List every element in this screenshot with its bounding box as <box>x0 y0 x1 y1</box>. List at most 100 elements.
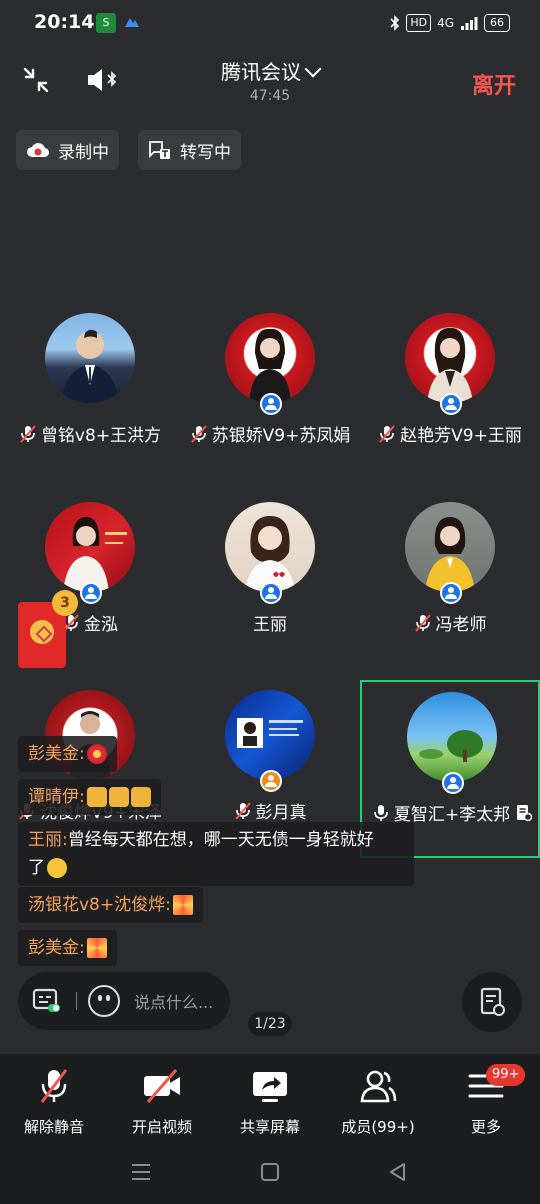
cloud-app-icon <box>125 18 139 27</box>
chat-text: 曾经每天都在想，哪一天无债一身轻就好 <box>67 830 374 850</box>
participant-name: 彭月真 <box>180 798 360 823</box>
pray-emoji-icon <box>108 787 129 807</box>
mic-on-icon <box>374 804 388 821</box>
recording-chip[interactable]: 录制中 <box>16 130 119 170</box>
chat-nick: 彭美金: <box>28 938 85 958</box>
avatar <box>225 690 315 780</box>
chat-placeholder: 说点什么... <box>134 993 214 1012</box>
chat-message: 王丽:曾经每天都在想，哪一天无债一身轻就好 了 <box>18 822 414 886</box>
pray-emoji-icon <box>130 787 151 807</box>
user-badge-icon <box>260 393 282 415</box>
mic-muted-icon <box>414 613 431 632</box>
share-screen-button[interactable]: 共享屏幕 <box>216 1068 324 1138</box>
avatar <box>407 692 497 782</box>
chat-message: 谭晴伊: <box>18 779 161 815</box>
participant-name: 曾铭v8+王洪方 <box>0 421 180 446</box>
battery-icon: 66 <box>484 14 510 32</box>
home-icon[interactable] <box>260 1162 280 1182</box>
status-time: 20:14 <box>34 11 95 33</box>
user-badge-icon <box>80 582 102 604</box>
participant-name-text: 冯老师 <box>435 615 487 635</box>
fireworks-emoji-icon <box>172 895 193 915</box>
participant-tile[interactable]: 曾铭v8+王洪方 <box>0 313 180 491</box>
participant-name-text: 苏银娇V9+苏凤娟 <box>211 426 351 446</box>
status-bar: 20:14 S HD 4G 66 <box>0 0 540 48</box>
chat-text: 了 <box>28 858 45 878</box>
more-label: 更多 <box>470 1118 501 1136</box>
red-packet-count: 3 <box>52 590 78 616</box>
user-badge-icon <box>440 582 462 604</box>
user-badge-icon <box>260 582 282 604</box>
red-packet-icon <box>30 620 54 644</box>
chat-nick: 王丽: <box>28 830 68 850</box>
participant-name: 赵艳芳V9+王丽 <box>360 421 540 446</box>
notes-button[interactable] <box>462 972 522 1032</box>
mic-muted-icon <box>190 424 207 443</box>
avatar <box>405 313 495 403</box>
mic-muted-icon <box>40 1069 68 1103</box>
share-screen-icon <box>253 1072 287 1102</box>
mic-muted-icon <box>379 424 395 443</box>
meeting-timer: 47:45 <box>249 88 291 104</box>
camera-off-icon <box>144 1069 180 1103</box>
participant-name-text: 金泓 <box>84 615 118 635</box>
cloud-record-icon <box>27 143 50 158</box>
divider <box>76 992 77 1010</box>
more-badge: 99+ <box>486 1064 526 1086</box>
meeting-title-text: 腾讯会议 <box>221 60 301 84</box>
document-share-icon <box>517 804 533 821</box>
network-type: 4G <box>437 16 454 30</box>
participant-name-text: 赵艳芳V9+王丽 <box>400 426 522 446</box>
chat-nick: 谭晴伊: <box>28 787 85 807</box>
signal-icon <box>461 17 478 30</box>
leave-button[interactable]: 离开 <box>472 68 516 100</box>
chat-message: 汤银花v8+沈俊烨: <box>18 887 203 923</box>
avatar <box>45 502 135 592</box>
chat-input[interactable]: 说点什么... <box>18 972 230 1030</box>
laugh-emoji-icon <box>47 858 67 878</box>
page-indicator: 1/23 <box>248 1012 292 1036</box>
start-video-label: 开启视频 <box>131 1118 192 1136</box>
user-badge-icon <box>260 770 282 792</box>
participant-name-text: 王丽 <box>253 615 287 635</box>
avatar <box>405 502 495 592</box>
participant-name: 苏银娇V9+苏凤娟 <box>180 421 360 446</box>
mic-muted-icon <box>20 424 36 443</box>
emoji-icon[interactable] <box>88 985 120 1017</box>
participant-tile[interactable]: 冯老师 <box>360 502 540 680</box>
start-video-button[interactable]: 开启视频 <box>108 1068 216 1138</box>
unmute-label: 解除静音 <box>23 1118 84 1136</box>
hd-icon: HD <box>406 14 432 32</box>
participant-tile[interactable]: 赵艳芳V9+王丽 <box>360 313 540 491</box>
chat-nick: 彭美金: <box>28 744 85 764</box>
chat-message: 彭美金: <box>18 930 117 966</box>
meeting-title[interactable]: 腾讯会议 <box>0 56 540 85</box>
avatar <box>225 313 315 403</box>
notes-icon <box>480 987 505 1016</box>
members-button[interactable]: 成员(99+) <box>324 1068 432 1138</box>
share-screen-label: 共享屏幕 <box>239 1118 300 1136</box>
transcribing-chip[interactable]: 转写中 <box>138 130 241 170</box>
transcribing-label: 转写中 <box>180 142 231 163</box>
flower-emoji-icon <box>86 744 107 764</box>
mic-muted-icon <box>234 801 251 820</box>
participant-tile[interactable]: 王丽 <box>180 502 360 680</box>
avatar <box>45 313 135 403</box>
back-icon[interactable] <box>388 1162 408 1182</box>
recent-apps-icon[interactable] <box>130 1162 152 1182</box>
user-badge-icon <box>440 393 462 415</box>
transcribe-icon <box>149 141 170 159</box>
chat-toggle-icon[interactable] <box>32 987 62 1015</box>
participant-name: 冯老师 <box>360 610 540 635</box>
pray-emoji-icon <box>86 787 107 807</box>
avatar <box>225 502 315 592</box>
user-badge-icon <box>442 772 464 794</box>
participant-name-text: 彭月真 <box>255 803 307 823</box>
chat-nick: 汤银花v8+沈俊烨: <box>28 895 171 915</box>
unmute-button[interactable]: 解除静音 <box>0 1068 108 1138</box>
members-label: 成员(99+) <box>341 1118 415 1136</box>
recording-label: 录制中 <box>58 142 109 163</box>
status-indicators: HD 4G 66 <box>390 12 510 34</box>
participant-tile[interactable]: 苏银娇V9+苏凤娟 <box>180 313 360 491</box>
participant-name: 王丽 <box>180 610 360 635</box>
